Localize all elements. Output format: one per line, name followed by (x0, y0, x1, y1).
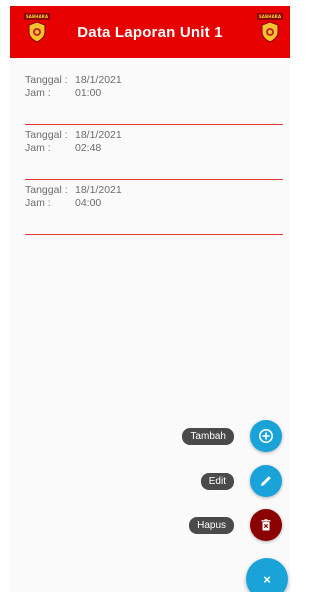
delete-button[interactable] (250, 509, 282, 541)
time-row: Jam : 02:48 (25, 142, 283, 155)
report-list-item[interactable]: Tanggal : 18/1/2021 Jam : 01:00 (25, 70, 283, 125)
sabhara-logo-left: SABHARA (24, 13, 50, 43)
sabhara-logo-right: SABHARA (257, 13, 283, 43)
time-row: Jam : 04:00 (25, 197, 283, 210)
delete-action-row: Hapus (189, 509, 282, 541)
speed-dial-toggle-button[interactable]: × (246, 558, 288, 592)
add-circle-icon (259, 429, 273, 443)
date-label: Tanggal : (25, 184, 68, 196)
date-label: Tanggal : (25, 74, 68, 86)
time-label: Jam : (25, 197, 51, 209)
add-action-label[interactable]: Tambah (182, 427, 234, 445)
edit-action-label[interactable]: Edit (200, 472, 234, 490)
time-value: 02:48 (75, 142, 102, 154)
date-value: 18/1/2021 (75, 74, 122, 86)
report-list-item[interactable]: Tanggal : 18/1/2021 Jam : 04:00 (25, 180, 283, 235)
shield-emblem-icon (28, 21, 46, 43)
add-button[interactable] (250, 420, 282, 452)
edit-action-row: Edit (200, 465, 282, 497)
time-label: Jam : (25, 142, 51, 154)
time-value: 04:00 (75, 197, 102, 209)
time-label: Jam : (25, 87, 51, 99)
date-row: Tanggal : 18/1/2021 (25, 125, 283, 142)
logo-banner-text: SABHARA (257, 13, 283, 20)
report-list-item[interactable]: Tanggal : 18/1/2021 Jam : 02:48 (25, 125, 283, 180)
edit-button[interactable] (250, 465, 282, 497)
date-row: Tanggal : 18/1/2021 (25, 70, 283, 87)
time-value: 01:00 (75, 87, 102, 99)
date-value: 18/1/2021 (75, 129, 122, 141)
add-action-row: Tambah (182, 420, 282, 452)
app-bar: SABHARA Data Laporan Unit 1 SABHARA (10, 6, 290, 58)
delete-action-label[interactable]: Hapus (189, 516, 234, 534)
shield-emblem-icon (261, 21, 279, 43)
date-row: Tanggal : 18/1/2021 (25, 180, 283, 197)
close-icon: × (263, 571, 271, 587)
date-value: 18/1/2021 (75, 184, 122, 196)
time-row: Jam : 01:00 (25, 87, 283, 100)
logo-banner-text: SABHARA (24, 13, 50, 20)
app-screen: SABHARA Data Laporan Unit 1 SABHARA Tang… (10, 6, 290, 592)
report-list: Tanggal : 18/1/2021 Jam : 01:00 Tanggal … (10, 70, 290, 235)
trash-icon (261, 519, 271, 531)
date-label: Tanggal : (25, 129, 68, 141)
pencil-icon (261, 476, 271, 486)
page-title: Data Laporan Unit 1 (77, 23, 223, 41)
